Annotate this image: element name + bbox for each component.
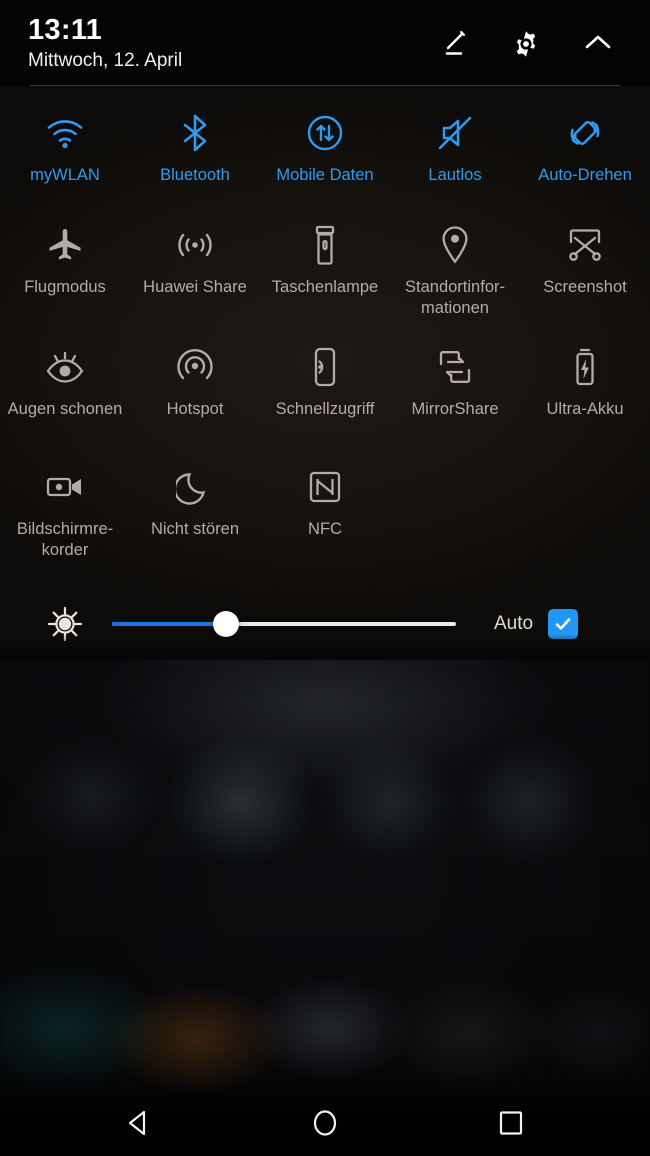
- panel-header: 13:11 Mittwoch, 12. April: [0, 0, 650, 86]
- navigation-bar: [0, 1090, 650, 1156]
- header-divider: [30, 85, 620, 86]
- nfc-icon: [302, 464, 348, 510]
- tile-schnellzugriff[interactable]: Schnellzugriff: [260, 334, 390, 454]
- tile-label: Hotspot: [166, 400, 224, 418]
- tile-ultra-akku[interactable]: Ultra-Akku: [520, 334, 650, 454]
- tile-hotspot[interactable]: Hotspot: [130, 334, 260, 454]
- tile-huawei-share[interactable]: Huawei Share: [130, 212, 260, 334]
- home-circle-icon[interactable]: [265, 1090, 385, 1156]
- auto-brightness-label: Auto: [494, 613, 534, 634]
- auto-rotate-icon: [562, 110, 608, 156]
- tile-auto-drehen[interactable]: Auto-Drehen: [520, 100, 650, 212]
- tile-bildschirmrekorder[interactable]: Bildschirmre-korder: [0, 454, 130, 572]
- tile-label: Lautlos: [428, 166, 482, 184]
- tile-label: Schnellzugriff: [275, 400, 375, 418]
- screen-recorder-icon: [42, 464, 88, 510]
- tile-mobile-daten[interactable]: Mobile Daten: [260, 100, 390, 212]
- clock-time: 13:11: [28, 14, 103, 46]
- tile-empty-slot-2: [520, 454, 650, 572]
- wifi-icon: [42, 110, 88, 156]
- tile-standortinformationen[interactable]: Standortinfor-mationen: [390, 212, 520, 334]
- quick-settings-grid: myWLAN Bluetooth Mobile Daten Lautlos Au…: [0, 100, 650, 572]
- tile-row-3: Augen schonen Hotspot Schnellzugriff Mir…: [0, 334, 650, 454]
- battery-saver-icon: [562, 344, 608, 390]
- tile-label: Huawei Share: [143, 278, 247, 296]
- tile-screenshot[interactable]: Screenshot: [520, 212, 650, 334]
- moon-icon: [172, 464, 218, 510]
- tile-label: Ultra-Akku: [546, 400, 624, 418]
- tile-label: Augen schonen: [7, 400, 123, 418]
- tile-nfc[interactable]: NFC: [260, 454, 390, 572]
- mirror-share-icon: [432, 344, 478, 390]
- chevron-up-icon[interactable]: [576, 22, 620, 66]
- mute-icon: [432, 110, 478, 156]
- location-pin-icon: [432, 222, 478, 268]
- quick-access-icon: [302, 344, 348, 390]
- slider-fill: [112, 622, 226, 626]
- tile-row-2: Flugmodus Huawei Share Taschenlampe Stan…: [0, 212, 650, 334]
- tile-mirrorshare[interactable]: MirrorShare: [390, 334, 520, 454]
- tile-empty-slot-1: [390, 454, 520, 572]
- tile-label: Bildschirmre-korder: [16, 520, 114, 559]
- hotspot-icon: [172, 344, 218, 390]
- tile-taschenlampe[interactable]: Taschenlampe: [260, 212, 390, 334]
- screenshot-icon: [562, 222, 608, 268]
- mobile-data-icon: [302, 110, 348, 156]
- clock-date: Mittwoch, 12. April: [28, 50, 183, 71]
- tile-label: Screenshot: [543, 278, 627, 296]
- panel-bottom-fade: [0, 634, 650, 660]
- bluetooth-icon: [172, 110, 218, 156]
- tile-label: Auto-Drehen: [538, 166, 632, 184]
- tile-label: NFC: [308, 520, 342, 538]
- gear-icon[interactable]: [504, 22, 548, 66]
- tile-flugmodus[interactable]: Flugmodus: [0, 212, 130, 334]
- recents-square-icon[interactable]: [451, 1090, 571, 1156]
- tile-label: Standortinfor-mationen: [405, 278, 505, 317]
- tile-row-4: Bildschirmre-korder Nicht stören NFC: [0, 454, 650, 572]
- flashlight-icon: [302, 222, 348, 268]
- tile-label: Taschenlampe: [271, 278, 379, 296]
- airplane-icon: [42, 222, 88, 268]
- tile-nicht-stoeren[interactable]: Nicht stören: [130, 454, 260, 572]
- share-waves-icon: [172, 222, 218, 268]
- quick-settings-panel: 13:11 Mittwoch, 12. April myWLAN Bluetoo…: [0, 0, 650, 660]
- tile-label: myWLAN: [30, 166, 100, 184]
- tile-bluetooth[interactable]: Bluetooth: [130, 100, 260, 212]
- tile-label: Nicht stören: [150, 520, 240, 538]
- phone-screen: 13:11 Mittwoch, 12. April myWLAN Bluetoo…: [0, 0, 650, 1156]
- tile-label: Mobile Daten: [276, 166, 374, 184]
- tile-lautlos[interactable]: Lautlos: [390, 100, 520, 212]
- tile-augen-schonen[interactable]: Augen schonen: [0, 334, 130, 454]
- tile-mywlan[interactable]: myWLAN: [0, 100, 130, 212]
- tile-label: Flugmodus: [24, 278, 106, 296]
- tile-label: Bluetooth: [160, 166, 230, 184]
- pencil-edit-icon[interactable]: [432, 22, 476, 66]
- tile-label: MirrorShare: [411, 400, 499, 418]
- back-triangle-icon[interactable]: [79, 1090, 199, 1156]
- eye-comfort-icon: [42, 344, 88, 390]
- tile-row-1: myWLAN Bluetooth Mobile Daten Lautlos Au…: [0, 100, 650, 212]
